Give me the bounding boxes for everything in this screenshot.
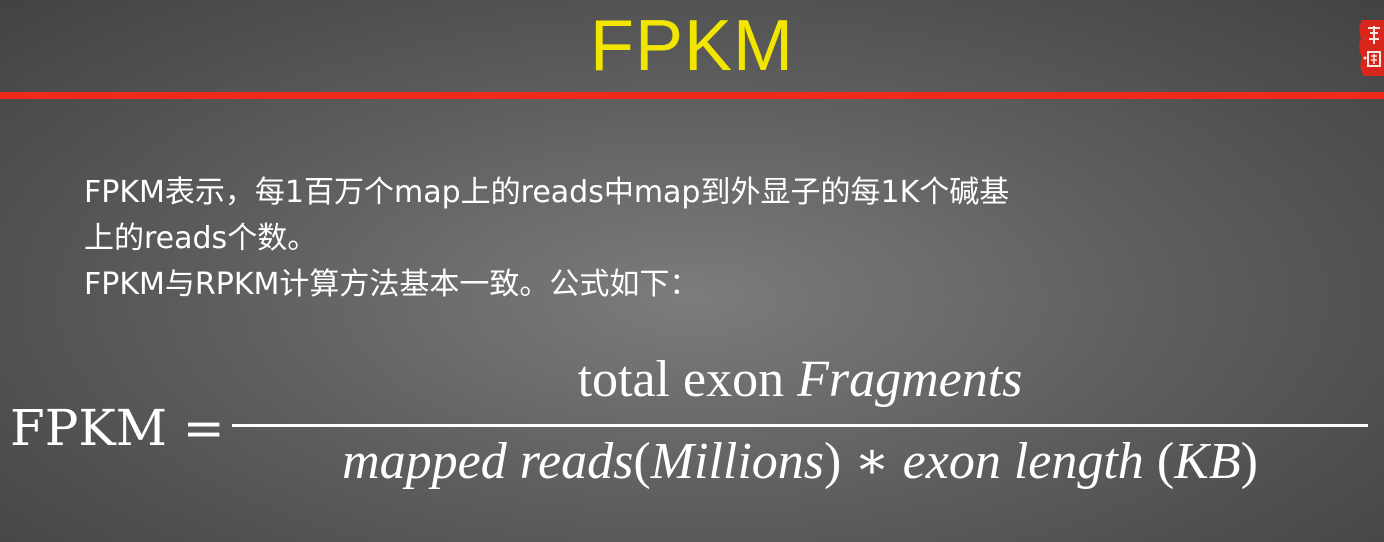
- fraction-bar: [232, 424, 1368, 427]
- title-divider: [0, 92, 1384, 99]
- slide-title: FPKM: [589, 6, 794, 86]
- slide-body-text: FPKM表示，每1百万个map上的reads中map到外显子的每1K个碱基 上的…: [84, 170, 1284, 308]
- denominator-unit-open: (: [1156, 433, 1175, 490]
- slide-header: FPKM: [0, 0, 1384, 92]
- body-line-1: FPKM表示，每1百万个map上的reads中map到外显子的每1K个碱基: [84, 175, 1010, 210]
- body-line-3: FPKM与RPKM计算方法基本一致。公式如下：: [84, 267, 700, 302]
- fpkm-formula: FPKM = total exon Fragments mapped reads…: [0, 340, 1384, 540]
- red-seal-logo-icon: [1356, 18, 1384, 78]
- denominator-operator: ∗: [854, 433, 890, 490]
- formula-equals-sign: =: [182, 399, 225, 457]
- numerator-plain: total exon: [577, 351, 785, 408]
- denominator-term-exon-length: exon length: [902, 433, 1144, 490]
- denominator-paren-close: ): [824, 433, 842, 490]
- formula-lhs: FPKM =: [10, 398, 225, 458]
- seal-graphic: [1359, 20, 1384, 76]
- formula-denominator: mapped reads(Millions) ∗ exon length (KB…: [232, 430, 1368, 494]
- denominator-term-millions: Millions: [650, 433, 824, 490]
- denominator-term-mapped-reads: mapped reads: [342, 433, 634, 490]
- denominator-unit: KB: [1174, 433, 1241, 490]
- formula-numerator: total exon Fragments: [232, 348, 1368, 412]
- denominator-unit-close: ): [1240, 433, 1258, 490]
- body-line-2: 上的reads个数。: [84, 221, 318, 256]
- formula-lhs-term: FPKM: [10, 399, 167, 457]
- denominator-paren-open: (: [633, 433, 651, 490]
- numerator-italic: Fragments: [797, 351, 1023, 408]
